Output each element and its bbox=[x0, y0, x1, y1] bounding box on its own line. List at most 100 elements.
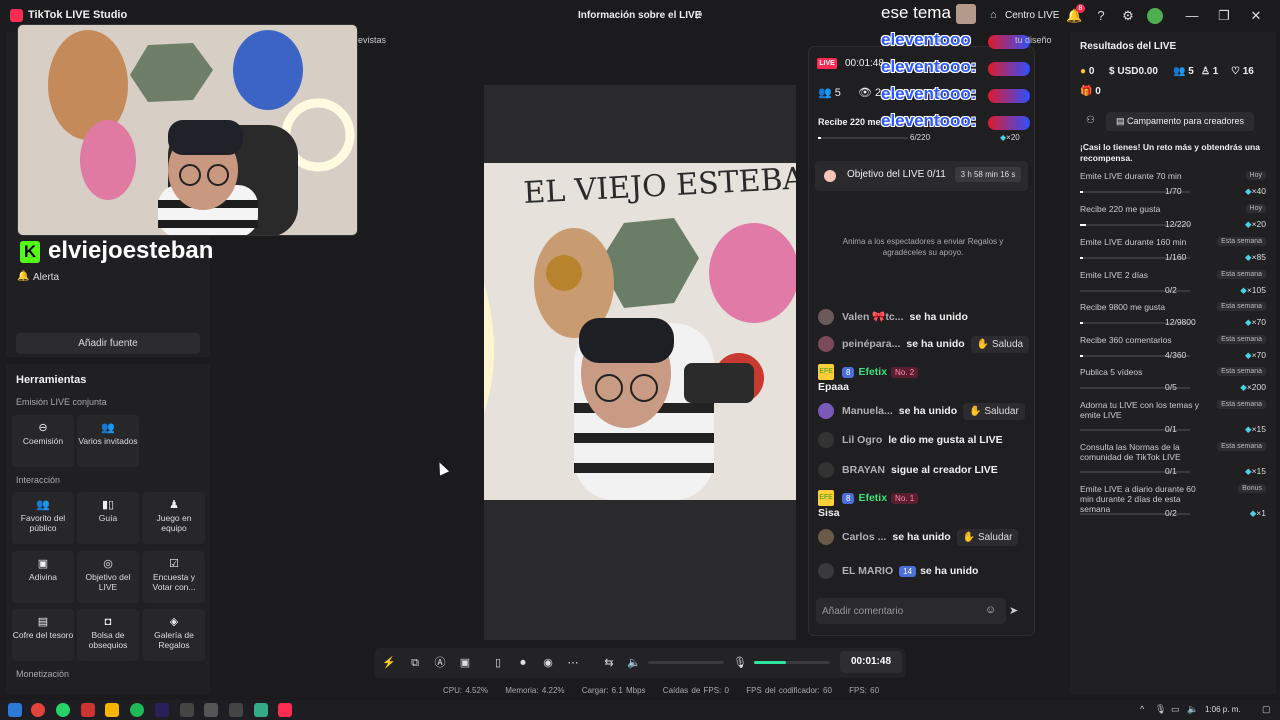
task-item[interactable]: Emite LIVE 2 días Esta semana 0/2 ◆×105 bbox=[1080, 270, 1266, 301]
ai-icon[interactable]: Ⓐ bbox=[432, 655, 448, 671]
task-item[interactable]: Emite LIVE durante 160 min Esta semana 1/1… bbox=[1080, 237, 1266, 268]
task-item[interactable]: Recibe 360 comentarios Esta semana 4/360 ◆×… bbox=[1080, 335, 1266, 366]
task-count: 12/9800 bbox=[1165, 317, 1196, 327]
share-icon[interactable]: ⇗ bbox=[694, 9, 703, 22]
add-scene-icon[interactable]: ⧉ bbox=[407, 655, 423, 671]
gift-hint-text: Anima a los espectadores a enviar Regalo… bbox=[842, 237, 1004, 257]
app-icon[interactable] bbox=[229, 703, 243, 717]
tool-juego[interactable]: ♟ Juego en equipo bbox=[143, 492, 205, 544]
add-source-button[interactable]: Añadir fuente bbox=[16, 333, 200, 354]
windows-start-icon[interactable] bbox=[8, 703, 22, 717]
task-item[interactable]: Recibe 220 me gusta Hoy 12/220 ◆×20 bbox=[1080, 204, 1266, 235]
chat-user[interactable]: EL MARIO bbox=[842, 565, 893, 577]
stat-encoder-fps: FPS del codificador: 60 bbox=[746, 686, 832, 695]
chat-user[interactable]: Carlos ... bbox=[842, 531, 886, 543]
app-icon[interactable] bbox=[254, 703, 268, 717]
overlay-chat-user: eleventooo: bbox=[881, 84, 977, 103]
task-item[interactable]: Recibe 9800 me gusta Esta semana 12/9800 ◆×… bbox=[1080, 302, 1266, 333]
tool-cofre[interactable]: ▤ Cofre del tesoro bbox=[12, 609, 74, 661]
tiktok-live-studio-icon[interactable] bbox=[278, 703, 292, 717]
task-item[interactable]: Emite LIVE durante 70 min Hoy 1/70 ◆×40 bbox=[1080, 171, 1266, 202]
live-info-button[interactable]: Información sobre el LIVE bbox=[578, 10, 701, 21]
stream-video: EL VIEJO ESTEBAN bbox=[484, 163, 796, 500]
network-icon[interactable]: ▭ bbox=[1171, 704, 1180, 715]
magic-wand-icon[interactable]: ⚡ bbox=[381, 655, 397, 671]
task-item[interactable]: Publica 5 vídeos Esta semana 0/5 ◆×200 bbox=[1080, 367, 1266, 398]
speaker-icon[interactable]: 🔈 bbox=[626, 655, 642, 671]
chat-message: Carlos ... se ha unido ✋ Saludar bbox=[818, 528, 1019, 546]
tool-bolsa[interactable]: ◘ Bolsa de obsequios bbox=[77, 609, 139, 661]
tool-label: Coemisión bbox=[22, 436, 64, 446]
gear-icon[interactable]: ⚙ bbox=[1120, 8, 1136, 24]
users-icon: 👥 bbox=[101, 422, 115, 434]
saludar-button[interactable]: ✋ Saludar bbox=[963, 402, 1025, 420]
chat-user[interactable]: Lil Ogro bbox=[842, 434, 882, 446]
task-progress-fill bbox=[1080, 355, 1084, 357]
send-icon[interactable]: ➤ bbox=[1009, 604, 1018, 617]
avatar bbox=[818, 309, 834, 325]
chat-user[interactable]: Efetix bbox=[858, 492, 887, 504]
emoji-icon[interactable]: ☺ bbox=[985, 604, 996, 616]
tool-coemision[interactable]: ⊖ Coemisión bbox=[12, 415, 74, 467]
maximize-icon[interactable]: ❐ bbox=[1215, 7, 1233, 25]
tool-adivina[interactable]: ▣ Adivina bbox=[12, 551, 74, 603]
chat-text: le dio me gusta al LIVE bbox=[888, 433, 1003, 446]
chat-user[interactable]: Efetix bbox=[858, 366, 887, 378]
task-item[interactable]: Emite LIVE a diario durante 60 min duran… bbox=[1080, 484, 1266, 524]
saludar-button[interactable]: ✋ Saluda bbox=[970, 335, 1030, 353]
tool-favorito[interactable]: 👥 Favorito del público bbox=[12, 492, 74, 544]
chat-message-body: Epaaa bbox=[818, 381, 849, 393]
tool-objetivo[interactable]: ◎ Objetivo del LIVE bbox=[77, 551, 139, 603]
spotify-icon[interactable] bbox=[130, 703, 144, 717]
tool-galeria[interactable]: ◈ Galería de Regalos bbox=[143, 609, 205, 661]
microphone-icon[interactable]: 🎙 bbox=[1155, 704, 1166, 715]
tool-guia[interactable]: ▮▯ Guía bbox=[77, 492, 139, 544]
task-item[interactable]: Consulta las Normas de la comunidad de T… bbox=[1080, 442, 1266, 482]
saludar-label: Saludar bbox=[977, 531, 1013, 543]
source-alerta[interactable]: Alerta bbox=[33, 272, 59, 283]
layout-icon[interactable]: ▣ bbox=[457, 655, 473, 671]
notifications-icon[interactable]: ▢ bbox=[1262, 704, 1271, 715]
chat-user[interactable]: peinépara... bbox=[842, 338, 900, 350]
app-icon[interactable] bbox=[81, 703, 95, 717]
close-icon[interactable]: ✕ bbox=[1247, 7, 1265, 25]
microphone-icon[interactable]: 🎙 bbox=[732, 655, 748, 671]
taskbar-clock[interactable]: 1:06 p. m. bbox=[1205, 705, 1241, 714]
users-icon: 👥 bbox=[1173, 66, 1189, 77]
whatsapp-icon[interactable] bbox=[56, 703, 70, 717]
premiere-icon[interactable] bbox=[155, 703, 169, 717]
speaker-icon[interactable]: 🔈 bbox=[1187, 704, 1198, 715]
chat-user[interactable]: Manuela... bbox=[842, 405, 893, 417]
task-item[interactable]: Adorna tu LIVE con los temas y emite LIV… bbox=[1080, 400, 1266, 440]
chevron-up-icon[interactable]: ^ bbox=[1140, 704, 1144, 714]
chat-user[interactable]: BRAYAN bbox=[842, 464, 885, 476]
minimize-icon[interactable]: — bbox=[1183, 7, 1201, 25]
gifts-stat: 🎁 0 bbox=[1080, 86, 1101, 97]
tool-encuesta[interactable]: ☑ Encuesta y Votar con... bbox=[143, 551, 205, 603]
folder-icon[interactable] bbox=[105, 703, 119, 717]
task-name: Emite LIVE durante 160 min bbox=[1080, 237, 1187, 247]
users-icon: 👥 bbox=[36, 499, 50, 511]
coins-value: 0 bbox=[1088, 66, 1095, 77]
app-icon[interactable] bbox=[180, 703, 194, 717]
more-icon[interactable]: ⋯ bbox=[565, 655, 581, 671]
mixer-icon[interactable]: ⇆ bbox=[601, 655, 617, 671]
avatar[interactable] bbox=[1147, 8, 1163, 24]
campamento-button[interactable]: ▤ Campamento para creadores bbox=[1106, 112, 1254, 131]
saludar-button[interactable]: ✋ Saludar bbox=[956, 528, 1019, 546]
centro-live-button[interactable]: Centro LIVE bbox=[1005, 10, 1059, 21]
portrait-icon[interactable]: ▯ bbox=[490, 655, 506, 671]
tool-varios-invitados[interactable]: 👥 Varios invitados bbox=[77, 415, 139, 467]
users-settings-icon[interactable]: ⚇ bbox=[1086, 115, 1095, 126]
tab-entrevistas[interactable]: evistas bbox=[358, 35, 386, 45]
campamento-label: Campamento para creadores bbox=[1126, 116, 1245, 126]
record-icon[interactable]: ⏺ bbox=[515, 655, 531, 671]
chat-message: peinépara... se ha unido ✋ Saluda bbox=[818, 335, 1030, 353]
chrome-icon[interactable] bbox=[31, 703, 45, 717]
help-icon[interactable]: ? bbox=[1093, 8, 1109, 24]
chat-user[interactable]: Valen 🎀tc... bbox=[842, 311, 904, 323]
volume-slider[interactable] bbox=[648, 661, 724, 664]
avatar bbox=[818, 336, 834, 352]
app-icon[interactable] bbox=[204, 703, 218, 717]
screenshot-icon[interactable]: ◉ bbox=[540, 655, 556, 671]
